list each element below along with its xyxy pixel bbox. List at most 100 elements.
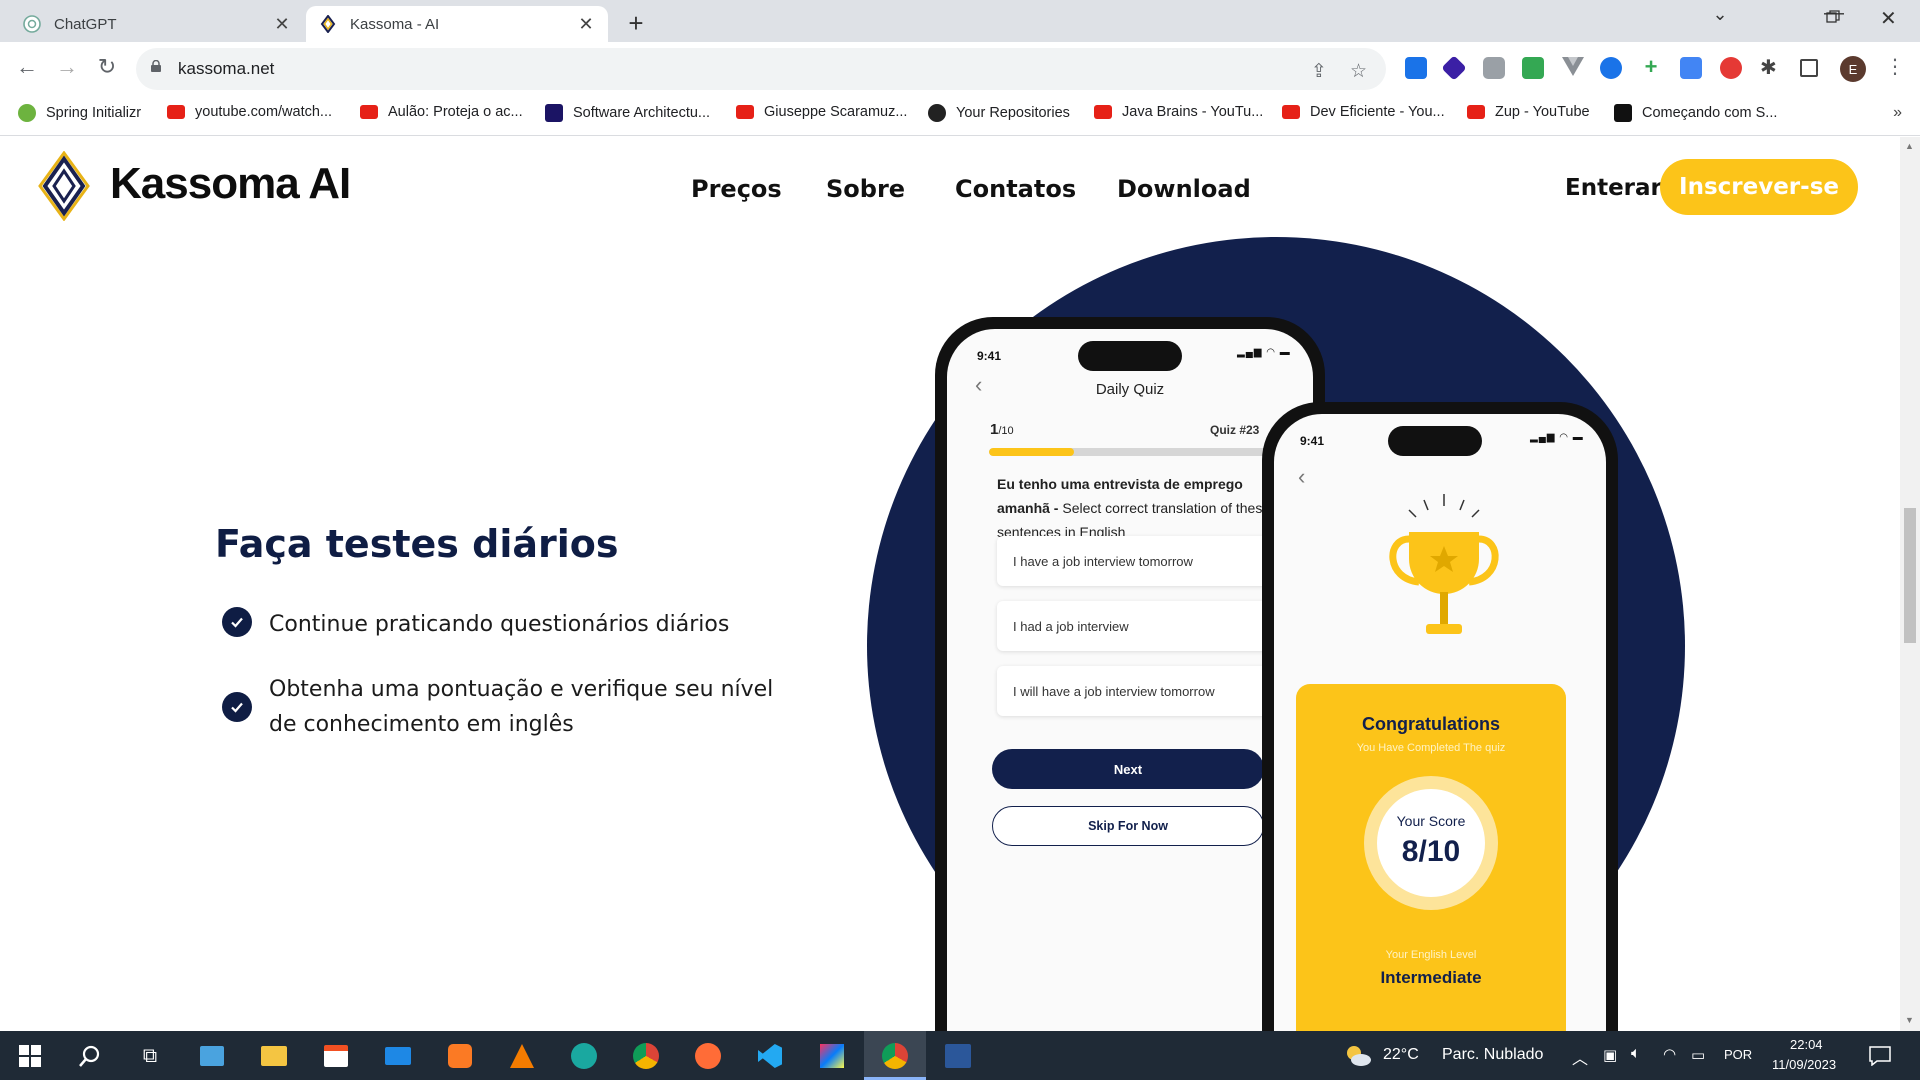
weather-temperature[interactable]: 22°C (1383, 1046, 1419, 1064)
tab-kassoma[interactable]: Kassoma - AI ✕ (306, 6, 608, 42)
nav-contatos[interactable]: Contatos (955, 175, 1076, 203)
tab-search-icon[interactable]: ⌄ (1700, 4, 1740, 25)
clock-time[interactable]: 22:04 (1790, 1037, 1823, 1052)
score-value: 8/10 (1401, 835, 1461, 868)
kassoma-logo[interactable] (38, 151, 90, 221)
battery-icon[interactable]: ▭ (1691, 1046, 1705, 1064)
bookmark-spring[interactable]: Spring Initializr (18, 104, 141, 122)
task-view-icon[interactable]: ⧉ (134, 1040, 166, 1072)
bookmark-label: Zup - YouTube (1495, 104, 1590, 120)
url-text: kassoma.net (178, 59, 275, 78)
signup-button[interactable]: Inscrever-se (1660, 159, 1858, 215)
profile-avatar[interactable]: E (1840, 56, 1866, 82)
nav-precos[interactable]: Preços (691, 175, 782, 203)
bookmark-zup[interactable]: Zup - YouTube (1467, 104, 1590, 120)
mail-icon[interactable] (382, 1040, 414, 1072)
check-icon (222, 692, 252, 722)
bookmark-star-icon[interactable]: ☆ (1350, 60, 1367, 83)
chrome-icon[interactable] (630, 1040, 662, 1072)
bookmark-java-brains[interactable]: Java Brains - YouTu... (1094, 104, 1263, 120)
search-icon[interactable] (74, 1040, 106, 1072)
microsoft-store-icon[interactable] (320, 1040, 352, 1072)
feature-item: Continue praticando questionários diário… (222, 607, 799, 642)
quiz-phone-screen: 9:41 ▂▄▆ ◠ ▬ ‹ Daily Quiz 1/10 Quiz #23 … (947, 329, 1313, 1031)
youtube-icon (1467, 105, 1485, 119)
weather-partly-cloudy-icon[interactable] (1342, 1040, 1374, 1072)
bookmark-aulao[interactable]: Aulão: Proteja o ac... (360, 104, 523, 120)
intellij-icon[interactable] (816, 1040, 848, 1072)
google-translate-icon[interactable] (1680, 57, 1702, 79)
menu-kebab-icon[interactable]: ⋮ (1880, 54, 1910, 79)
close-tab-icon[interactable]: ✕ (272, 14, 292, 35)
close-window-button[interactable]: ✕ (1880, 6, 1897, 31)
next-button[interactable]: Next (992, 749, 1264, 789)
new-tab-button[interactable]: + (622, 8, 650, 39)
dynamic-island (1078, 341, 1182, 371)
shazam-icon[interactable] (1600, 57, 1622, 79)
share-icon[interactable]: ⇪ (1311, 60, 1327, 83)
scrollbar-thumb[interactable] (1904, 508, 1916, 643)
tray-device-icon[interactable]: ▣ (1603, 1046, 1617, 1064)
level-value: Intermediate (1380, 968, 1482, 987)
close-tab-icon[interactable]: ✕ (576, 14, 596, 35)
question-total: /10 (998, 425, 1014, 437)
extension-puzzle-green-icon[interactable] (1522, 57, 1544, 79)
login-link[interactable]: Enterar (1565, 175, 1662, 201)
scroll-down-arrow-icon[interactable]: ▼ (1905, 1015, 1914, 1025)
check-icon (222, 607, 252, 637)
edge-icon[interactable] (568, 1040, 600, 1072)
tab-chatgpt[interactable]: ChatGPT ✕ (10, 6, 304, 42)
file-explorer-icon[interactable] (258, 1040, 290, 1072)
xampp-icon[interactable] (444, 1040, 476, 1072)
notification-icon[interactable] (1864, 1040, 1896, 1072)
nav-download[interactable]: Download (1117, 175, 1251, 203)
clock-date[interactable]: 11/09/2023 (1772, 1057, 1836, 1072)
level-label: Your English Level (1385, 949, 1477, 961)
chatgpt-icon (22, 14, 42, 34)
bookmark-label: Software Architectu... (573, 105, 711, 121)
tray-chevron-up-icon[interactable]: ︿ (1572, 1045, 1588, 1069)
reload-icon[interactable]: ↻ (92, 54, 122, 80)
scroll-up-arrow-icon[interactable]: ▲ (1905, 141, 1914, 151)
chrome-profile-icon[interactable] (879, 1040, 911, 1072)
speaker-icon[interactable]: 🔈︎ (1631, 1045, 1641, 1063)
camera-icon[interactable] (1483, 57, 1505, 79)
bookmark-comecando[interactable]: Começando com S... (1614, 104, 1777, 122)
address-bar[interactable]: kassoma.net ⇪ ☆ (136, 48, 1386, 90)
side-panel-icon[interactable] (1800, 59, 1818, 77)
page-scrollbar[interactable]: ▲ ▼ (1900, 137, 1920, 1031)
bookmark-your-repositories[interactable]: Your Repositories (928, 104, 1070, 122)
back-chevron-icon[interactable]: ‹ (1298, 464, 1305, 490)
brand-name[interactable]: Kassoma AI (110, 159, 351, 209)
plus-extension-icon[interactable]: + (1640, 56, 1662, 79)
wifi-icon[interactable]: ◠ (1663, 1045, 1676, 1063)
more-bookmarks-button[interactable]: » (1893, 104, 1902, 122)
widgets-app-icon[interactable] (196, 1040, 228, 1072)
extension-cube-icon[interactable] (1441, 55, 1467, 81)
windows-start-icon[interactable] (14, 1040, 46, 1072)
bookmark-youtube-watch[interactable]: youtube.com/watch... (167, 104, 332, 120)
status-time: 9:41 (1300, 434, 1325, 448)
vscode-icon[interactable] (754, 1040, 786, 1072)
dynamic-island (1388, 426, 1482, 456)
language-indicator[interactable]: POR (1724, 1047, 1752, 1062)
bookmark-software-architecture[interactable]: Software Architectu... (545, 104, 710, 122)
stack-app-icon[interactable] (506, 1040, 538, 1072)
restore-button[interactable] (1826, 10, 1840, 24)
extensions-puzzle-icon[interactable]: ✱ (1760, 57, 1782, 79)
nav-sobre[interactable]: Sobre (826, 175, 905, 203)
word-icon[interactable] (942, 1040, 974, 1072)
feature-text: Continue praticando questionários diário… (269, 612, 730, 637)
forward-arrow-icon[interactable]: → (52, 54, 82, 80)
bookmark-giuseppe[interactable]: Giuseppe Scaramuz... (736, 104, 907, 120)
postman-icon[interactable] (692, 1040, 724, 1072)
extension-pen-icon[interactable] (1405, 57, 1427, 79)
youtube-icon (167, 105, 185, 119)
record-icon[interactable] (1720, 57, 1742, 79)
skip-button[interactable]: Skip For Now (992, 806, 1264, 846)
weather-description[interactable]: Parc. Nublado (1442, 1046, 1543, 1064)
bookmark-label: Your Repositories (956, 105, 1070, 121)
vuejs-icon[interactable] (1562, 57, 1584, 79)
bookmark-dev-eficiente[interactable]: Dev Eficiente - You... (1282, 104, 1445, 120)
back-arrow-icon[interactable]: ← (12, 54, 42, 80)
